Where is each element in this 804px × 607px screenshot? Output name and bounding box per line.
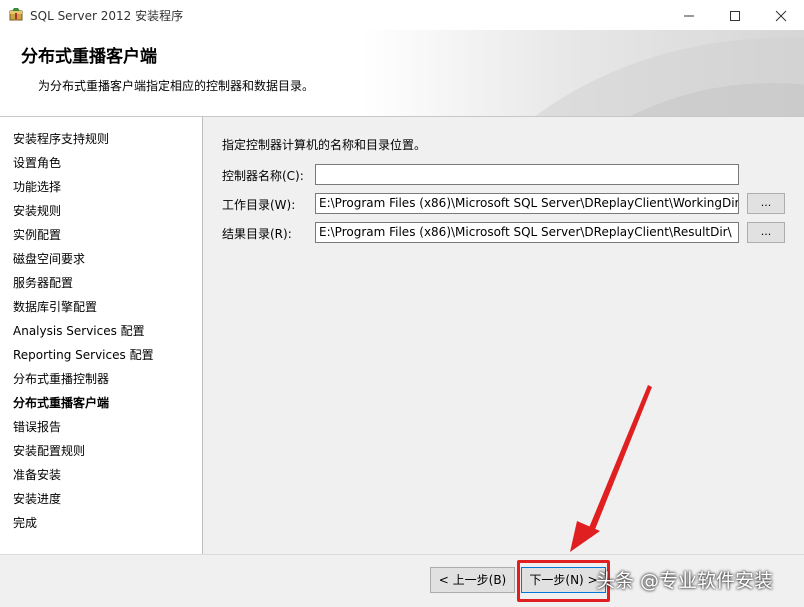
watermark-text: 头条 @专业软件安装	[596, 570, 774, 592]
red-arrow-annotation	[570, 385, 652, 552]
